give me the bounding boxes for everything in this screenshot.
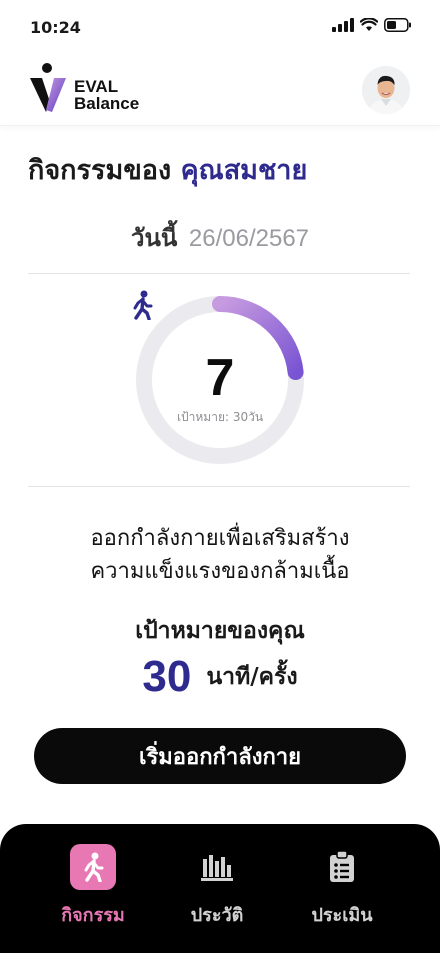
description-line2: ความแข็งแรงของกล้ามเนื้อ <box>90 559 350 584</box>
status-time: 10:24 <box>30 18 81 37</box>
logo-line1: EVAL <box>74 77 119 96</box>
nav-item-assessment[interactable]: ประเมิน <box>282 844 402 929</box>
walk-icon <box>84 852 104 882</box>
logo-mark-icon <box>30 63 66 112</box>
status-icons <box>332 18 412 32</box>
divider-bottom <box>28 486 410 487</box>
nav-assessment-icon-box <box>319 844 365 890</box>
today-date: 26/06/2567 <box>188 225 310 252</box>
wifi-icon <box>360 18 378 31</box>
goal-label: เป้าหมายของคุณ <box>135 618 305 644</box>
bar-chart-icon <box>201 855 233 881</box>
goal-unit: นาที/ครั้ง <box>206 664 298 690</box>
nav-item-history[interactable]: ประวัติ <box>157 844 277 929</box>
today-row: วันนี้ 26/06/2567 <box>0 218 440 257</box>
walk-icon <box>133 290 153 320</box>
start-exercise-button[interactable]: เริ่มออกกำลังกาย <box>34 728 406 784</box>
nav-activity-icon-box <box>70 844 116 890</box>
page-title-prefix: กิจกรรมของ <box>28 155 172 186</box>
nav-label-activity: กิจกรรม <box>61 905 125 926</box>
logo-line2: Balance <box>74 94 140 113</box>
status-bar: 10:24 <box>0 0 440 56</box>
app-header: EVAL Balance <box>0 56 440 126</box>
nav-history-icon-box <box>194 844 240 890</box>
progress-ring: 7 เป้าหมาย: 30วัน <box>130 290 310 470</box>
activity-target: เป้าหมาย: 30วัน <box>176 410 264 424</box>
avatar[interactable] <box>362 66 410 114</box>
battery-icon <box>384 18 411 32</box>
goal-value: 30 <box>142 652 192 701</box>
signal-icon <box>332 18 354 32</box>
today-label: วันนี้ <box>130 224 178 252</box>
exercise-description: ออกกำลังกายเพื่อเสริมสร้าง ความแข็งแรงขอ… <box>0 522 440 588</box>
divider-top <box>28 273 410 274</box>
nav-label-assessment: ประเมิน <box>311 905 373 926</box>
logo-text: EVAL Balance <box>74 78 139 112</box>
clipboard-icon <box>330 851 354 882</box>
user-avatar-icon <box>362 66 410 114</box>
nav-label-history: ประวัติ <box>190 905 244 926</box>
goal-row: 30 นาที/ครั้ง <box>0 652 440 702</box>
description-line1: ออกกำลังกายเพื่อเสริมสร้าง <box>90 526 350 551</box>
bottom-nav: กิจกรรม ประวัติ ประเมิน <box>0 824 440 953</box>
nav-item-activity[interactable]: กิจกรรม <box>33 844 153 929</box>
app-logo[interactable]: EVAL Balance <box>28 62 158 118</box>
activity-count: 7 <box>205 349 235 407</box>
user-name: คุณสมชาย <box>180 155 308 186</box>
page-title: กิจกรรมของ คุณสมชาย <box>28 148 307 191</box>
